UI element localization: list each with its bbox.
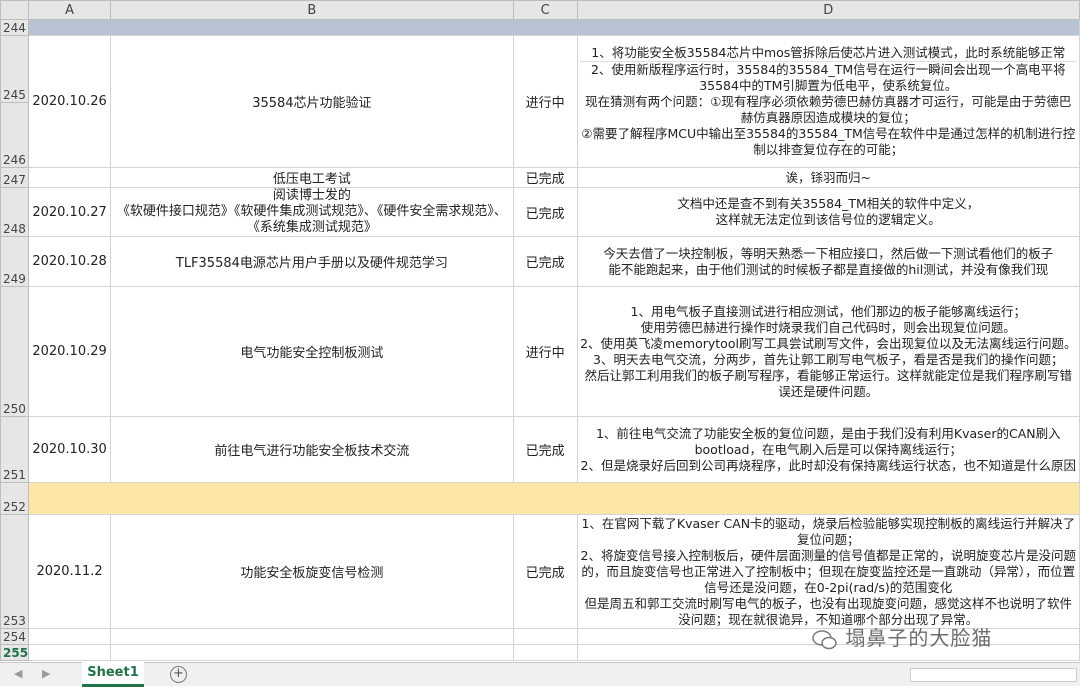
task-cell[interactable]: 功能安全板旋变信号检测 (110, 514, 514, 629)
date-cell[interactable]: 2020.10.28 (28, 236, 112, 287)
description-cell[interactable]: 1、前往电气交流了功能安全板的复位问题，是由于我们没有利用Kvaser的CAN刷… (576, 416, 1080, 483)
status-cell[interactable]: 已完成 (512, 236, 578, 287)
task-cell[interactable]: 低压电工考试 (110, 167, 514, 188)
row-header-246[interactable]: 246 (2, 103, 28, 167)
desc-line: 然后让郭工利用我们的板子刷写程序，看能够正常运行。这样就能定位是我们程序刷写错误… (584, 367, 1073, 399)
row-header[interactable]: 252 (0, 482, 30, 515)
table-row: 248 2020.10.27 阅读博士发的 《软硬件接口规范》《软硬件集成测试规… (0, 187, 1080, 237)
row-header[interactable]: 249 (0, 236, 30, 287)
sheet-tab-bar: ◀ ▶ Sheet1 + (0, 662, 1080, 687)
select-all-corner[interactable] (0, 0, 30, 20)
table-row: 244 (0, 19, 1080, 36)
column-header-c[interactable]: C (512, 0, 578, 20)
desc-line: 1、将功能安全板35584芯片中mos管拆除后使芯片进入测试模式，此时系统能够正… (579, 45, 1077, 62)
gray-separator-cell[interactable] (28, 19, 1080, 36)
empty-cell[interactable] (28, 628, 112, 645)
desc-line: 2、使用新版程序运行时，35584的35584_TM信号在运行一瞬间会出现一个高… (590, 62, 1066, 93)
row-header[interactable]: 250 (0, 286, 30, 417)
description-cell[interactable]: 1、用电气板子直接测试进行相应测试，他们那边的板子能够离线运行； 使用劳德巴赫进… (576, 286, 1080, 417)
status-cell[interactable]: 进行中 (512, 35, 578, 168)
status-cell[interactable]: 已完成 (512, 187, 578, 237)
table-row: 251 2020.10.30 前往电气进行功能安全板技术交流 已完成 1、前往电… (0, 416, 1080, 483)
table-row: 247 低压电工考试 已完成 诶，铩羽而归~ (0, 167, 1080, 188)
horizontal-scrollbar[interactable] (910, 668, 1077, 682)
add-sheet-button[interactable]: + (170, 666, 187, 683)
desc-line: 能不能跑起来，由于他们测试的时候板子都是直接做的hil测试，并没有像我们现 (608, 261, 1049, 277)
date-cell[interactable]: 2020.10.30 (28, 416, 112, 483)
date-cell[interactable]: 2020.10.27 (28, 187, 112, 237)
date-cell[interactable]: 2020.10.29 (28, 286, 112, 417)
next-sheet-arrow-icon[interactable]: ▶ (42, 667, 50, 680)
empty-cell[interactable] (28, 644, 112, 661)
watermark-text: 塌鼻子的大脸猫 (845, 626, 993, 650)
watermark: 塌鼻子的大脸猫 (812, 622, 992, 651)
description-cell[interactable]: 诶，铩羽而归~ (576, 167, 1080, 188)
task-cell[interactable]: 阅读博士发的 《软硬件接口规范》《软硬件集成测试规范》、《硬件安全需求规范》、《… (110, 187, 514, 237)
task-cell[interactable]: 前往电气进行功能安全板技术交流 (110, 416, 514, 483)
status-cell[interactable]: 已完成 (512, 514, 578, 629)
row-header[interactable]: 247 (0, 167, 30, 188)
date-cell[interactable]: 2020.10.26 (28, 35, 112, 168)
desc-line: 3、明天去电气交流，分两步，首先让郭工刷写电气板子，看是否是我们的操作问题； (593, 351, 1064, 367)
desc-line: 2、将旋变信号接入控制板后，硬件层面测量的信号值都是正常的，说明旋变芯片是没问题… (580, 547, 1077, 595)
desc-line: 现在猜测有两个问题：①现有程序必须依赖劳德巴赫仿真器才可运行，可能是由于劳德巴赫… (585, 94, 1072, 125)
description-cell[interactable]: 1、在官网下载了Kvaser CAN卡的驱动，烧录后检验能够实现控制板的离线运行… (576, 514, 1080, 629)
task-line: 阅读博士发的 (272, 188, 351, 204)
date-cell[interactable]: 2020.11.2 (28, 514, 112, 629)
column-header-a[interactable]: A (28, 0, 112, 20)
row-header[interactable]: 253 (0, 514, 30, 629)
table-row: 253 2020.11.2 功能安全板旋变信号检测 已完成 1、在官网下载了Kv… (0, 514, 1080, 629)
desc-line: 1、在官网下载了Kvaser CAN卡的驱动，烧录后检验能够实现控制板的离线运行… (581, 515, 1076, 547)
row-header[interactable]: 255 (0, 644, 30, 661)
spreadsheet-grid: A B C D 244 245 246 2020.10.26 35584芯片功能… (0, 0, 1080, 662)
table-row: 250 2020.10.29 电气功能安全控制板测试 进行中 1、用电气板子直接… (0, 286, 1080, 417)
table-row: 245 246 2020.10.26 35584芯片功能验证 进行中 1、将功能… (0, 35, 1080, 168)
description-cell[interactable]: 1、将功能安全板35584芯片中mos管拆除后使芯片进入测试模式，此时系统能够正… (576, 35, 1080, 168)
prev-sheet-arrow-icon[interactable]: ◀ (14, 667, 22, 680)
desc-line: ②需要了解程序MCU中输出至35584的35584_TM信号在软件中是通过怎样的… (581, 126, 1076, 157)
desc-line: 文档中还是查不到有关35584_TM相关的软件中定义， (677, 196, 980, 211)
desc-line: 2、使用英飞凌memorytool刷写工具尝试刷写文件，会出现复位以及无法离线运… (580, 335, 1077, 351)
empty-cell[interactable] (512, 628, 578, 645)
desc-line: 1、前往电气交流了功能安全板的复位问题，是由于我们没有利用Kvaser的CAN刷… (595, 425, 1061, 457)
date-cell[interactable] (28, 167, 112, 188)
empty-cell[interactable] (110, 644, 514, 661)
row-header[interactable]: 254 (0, 628, 30, 645)
desc-line: 这样就无法定位到该信号位的逻辑定义。 (715, 212, 941, 227)
status-cell[interactable]: 进行中 (512, 286, 578, 417)
task-line: 《软硬件接口规范》《软硬件集成测试规范》、《硬件安全需求规范》、《系统集成测试规… (116, 204, 507, 235)
empty-cell[interactable] (512, 644, 578, 661)
row-header[interactable]: 245 246 (0, 35, 30, 168)
desc-line: 2、但是烧录好后回到公司再烧程序，此时却没有保持离线运行状态，也不知道是什么原因 (580, 457, 1077, 473)
desc-line: 使用劳德巴赫进行操作时烧录我们自己代码时，则会出现复位问题。 (640, 319, 1016, 335)
desc-line: 今天去借了一块控制板，等明天熟悉一下相应接口，然后做一下测试看他们的板子 (603, 245, 1054, 261)
row-header-245[interactable]: 245 (1, 37, 28, 103)
description-cell[interactable]: 文档中还是查不到有关35584_TM相关的软件中定义， 这样就无法定位到该信号位… (576, 187, 1080, 237)
worksheet-table: A B C D 244 245 246 2020.10.26 35584芯片功能… (0, 0, 1080, 661)
desc-line: 诶，铩羽而归~ (785, 169, 872, 185)
sheet-tab-sheet1[interactable]: Sheet1 (82, 662, 144, 687)
table-row: 249 2020.10.28 TLF35584电源芯片用户手册以及硬件规范学习 … (0, 236, 1080, 287)
task-cell[interactable]: 35584芯片功能验证 (110, 35, 514, 168)
description-cell[interactable]: 今天去借了一块控制板，等明天熟悉一下相应接口，然后做一下测试看他们的板子 能不能… (576, 236, 1080, 287)
status-cell[interactable]: 已完成 (512, 416, 578, 483)
desc-line: 1、用电气板子直接测试进行相应测试，他们那边的板子能够离线运行； (630, 303, 1027, 319)
table-row: 252 (0, 482, 1080, 515)
row-header[interactable]: 251 (0, 416, 30, 483)
wechat-icon (812, 629, 838, 651)
row-header[interactable]: 248 (0, 187, 30, 237)
column-header-row: A B C D (0, 0, 1080, 20)
status-cell[interactable]: 已完成 (512, 167, 578, 188)
column-header-b[interactable]: B (110, 0, 514, 20)
task-cell[interactable]: 电气功能安全控制板测试 (110, 286, 514, 417)
yellow-separator-cell[interactable] (28, 482, 1080, 515)
task-cell[interactable]: TLF35584电源芯片用户手册以及硬件规范学习 (110, 236, 514, 287)
row-header[interactable]: 244 (0, 19, 30, 36)
empty-cell[interactable] (110, 628, 514, 645)
column-header-d[interactable]: D (576, 0, 1080, 20)
